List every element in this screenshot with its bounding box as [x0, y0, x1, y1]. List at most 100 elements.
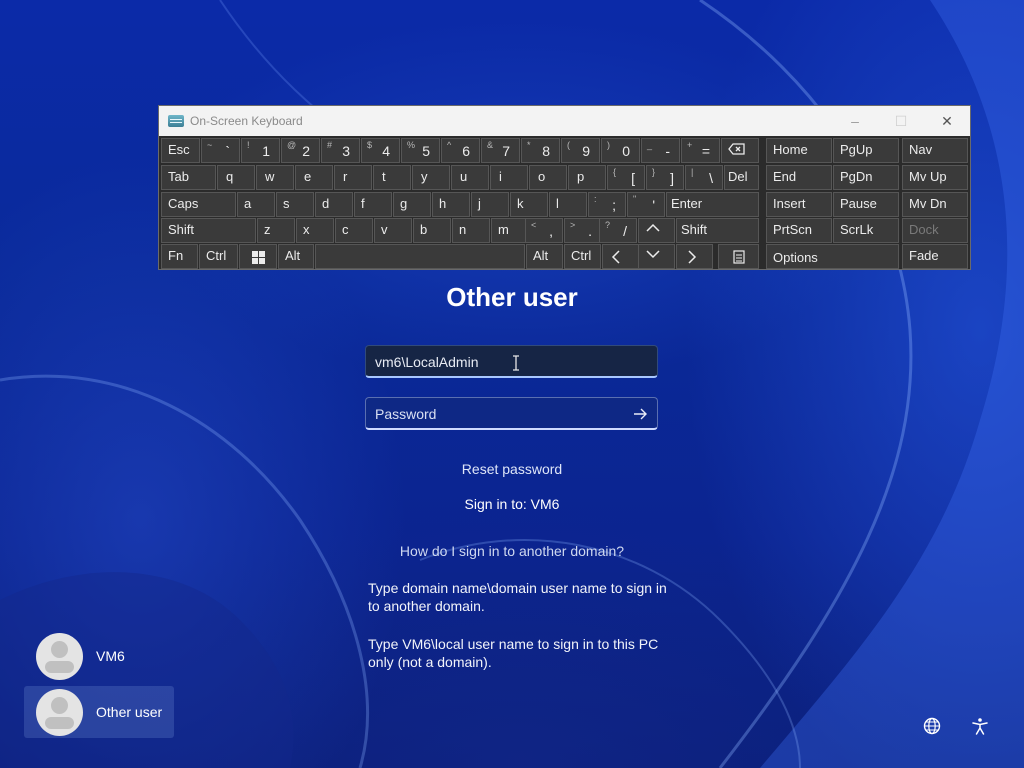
key-options[interactable]: Options [766, 244, 899, 269]
key-enter[interactable]: Enter [666, 192, 759, 217]
key-tab[interactable]: Tab [161, 165, 216, 190]
globe-network-icon[interactable] [921, 715, 943, 737]
close-button[interactable]: ✕ [924, 106, 970, 136]
key-n[interactable]: n [452, 218, 490, 243]
key-4[interactable]: $4 [361, 138, 400, 163]
key-b[interactable]: b [413, 218, 451, 243]
key-windows[interactable] [239, 244, 277, 269]
key-semicolon[interactable]: :; [588, 192, 626, 217]
key-k[interactable]: k [510, 192, 548, 217]
key-tilde[interactable]: ~ ` [201, 138, 240, 163]
key-a[interactable]: a [237, 192, 275, 217]
user-tile-vm6[interactable]: VM6 [24, 630, 174, 682]
key-arrow-up[interactable] [638, 218, 675, 243]
key-comma[interactable]: <, [525, 218, 563, 243]
key-quote[interactable]: " ' [627, 192, 665, 217]
key-shift-right[interactable]: Shift [676, 218, 759, 243]
key-e[interactable]: e [295, 165, 333, 190]
key-right-bracket[interactable]: }] [646, 165, 684, 190]
submit-arrow-icon[interactable] [631, 405, 649, 423]
key-space[interactable] [315, 244, 525, 269]
key-shift-left[interactable]: Shift [161, 218, 256, 243]
key-slash[interactable]: ? / [599, 218, 637, 243]
accessibility-icon[interactable] [969, 715, 991, 737]
key-nav[interactable]: Nav [902, 138, 968, 163]
key-fn[interactable]: Fn [161, 244, 198, 269]
reset-password-link[interactable]: Reset password [0, 461, 1024, 477]
key-2[interactable]: @2 [281, 138, 320, 163]
key-arrow-right[interactable] [676, 244, 713, 269]
key-ctrl-left[interactable]: Ctrl [199, 244, 238, 269]
key-dock[interactable]: Dock [902, 218, 968, 243]
sign-in-to-label: Sign in to: VM6 [464, 496, 560, 512]
key-j[interactable]: j [471, 192, 509, 217]
key-3[interactable]: #3 [321, 138, 360, 163]
key-h[interactable]: h [432, 192, 470, 217]
on-screen-keyboard-window[interactable]: On-Screen Keyboard – ☐ ✕ Esc ~ ` ! 1 @2 #3… [158, 105, 971, 270]
key-left-bracket[interactable]: {[ [607, 165, 645, 190]
key-9[interactable]: (9 [561, 138, 600, 163]
key-q[interactable]: q [217, 165, 255, 190]
key-alt-right[interactable]: Alt [526, 244, 563, 269]
help-domain-link[interactable]: How do I sign in to another domain? [0, 543, 1024, 559]
user-name: Other user [96, 704, 163, 720]
key-u[interactable]: u [451, 165, 489, 190]
key-m[interactable]: m [491, 218, 529, 243]
key-insert[interactable]: Insert [766, 192, 832, 217]
user-tile-other-user[interactable]: Other user [24, 686, 174, 738]
windows-logo-icon [252, 251, 265, 264]
key-d[interactable]: d [315, 192, 353, 217]
key-period[interactable]: >. [564, 218, 602, 243]
key-prtscn[interactable]: PrtScn [766, 218, 832, 243]
key-w[interactable]: w [256, 165, 294, 190]
key-y[interactable]: y [412, 165, 450, 190]
key-l[interactable]: l [549, 192, 587, 217]
key-fade[interactable]: Fade [902, 244, 968, 269]
key-home[interactable]: Home [766, 138, 832, 163]
key-alt-left[interactable]: Alt [278, 244, 314, 269]
key-c[interactable]: c [335, 218, 373, 243]
key-mv-dn[interactable]: Mv Dn [902, 192, 968, 217]
key-o[interactable]: o [529, 165, 567, 190]
key-5[interactable]: % 5 [401, 138, 440, 163]
key-pgdn[interactable]: PgDn [833, 165, 899, 190]
key-arrow-down[interactable] [638, 244, 675, 269]
key-x[interactable]: x [296, 218, 334, 243]
key-pgup[interactable]: PgUp [833, 138, 899, 163]
key-g[interactable]: g [393, 192, 431, 217]
osk-title: On-Screen Keyboard [190, 114, 303, 128]
key-esc[interactable]: Esc [161, 138, 200, 163]
key-v[interactable]: v [374, 218, 412, 243]
key-p[interactable]: p [568, 165, 606, 190]
key-del[interactable]: Del [724, 165, 759, 190]
key-mv-up[interactable]: Mv Up [902, 165, 968, 190]
key-ctrl-right[interactable]: Ctrl [564, 244, 601, 269]
minimize-button[interactable]: – [832, 106, 878, 136]
key-equals[interactable]: + = [681, 138, 720, 163]
key-s[interactable]: s [276, 192, 314, 217]
key-1[interactable]: ! 1 [241, 138, 280, 163]
password-input[interactable]: Password [365, 397, 658, 430]
key-backspace[interactable] [721, 138, 759, 163]
key-0[interactable]: ) 0 [601, 138, 640, 163]
help-text-local: Type VM6\local user name to sign in to t… [368, 636, 659, 670]
key-caps[interactable]: Caps [161, 192, 236, 217]
key-t[interactable]: t [373, 165, 411, 190]
key-arrow-left[interactable] [602, 244, 639, 269]
osk-titlebar[interactable]: On-Screen Keyboard – ☐ ✕ [159, 106, 970, 136]
key-menu[interactable] [718, 244, 759, 269]
key-8[interactable]: * 8 [521, 138, 560, 163]
key-f[interactable]: f [354, 192, 392, 217]
key-end[interactable]: End [766, 165, 832, 190]
key-backslash[interactable]: | \ [685, 165, 723, 190]
username-input[interactable]: vm6\LocalAdmin [365, 345, 658, 378]
key-minus[interactable]: _ - [641, 138, 680, 163]
key-6[interactable]: ^ 6 [441, 138, 480, 163]
key-scrlk[interactable]: ScrLk [833, 218, 899, 243]
key-r[interactable]: r [334, 165, 372, 190]
maximize-button[interactable]: ☐ [878, 106, 924, 136]
key-7[interactable]: & 7 [481, 138, 520, 163]
key-pause[interactable]: Pause [833, 192, 899, 217]
key-z[interactable]: z [257, 218, 295, 243]
key-i[interactable]: i [490, 165, 528, 190]
